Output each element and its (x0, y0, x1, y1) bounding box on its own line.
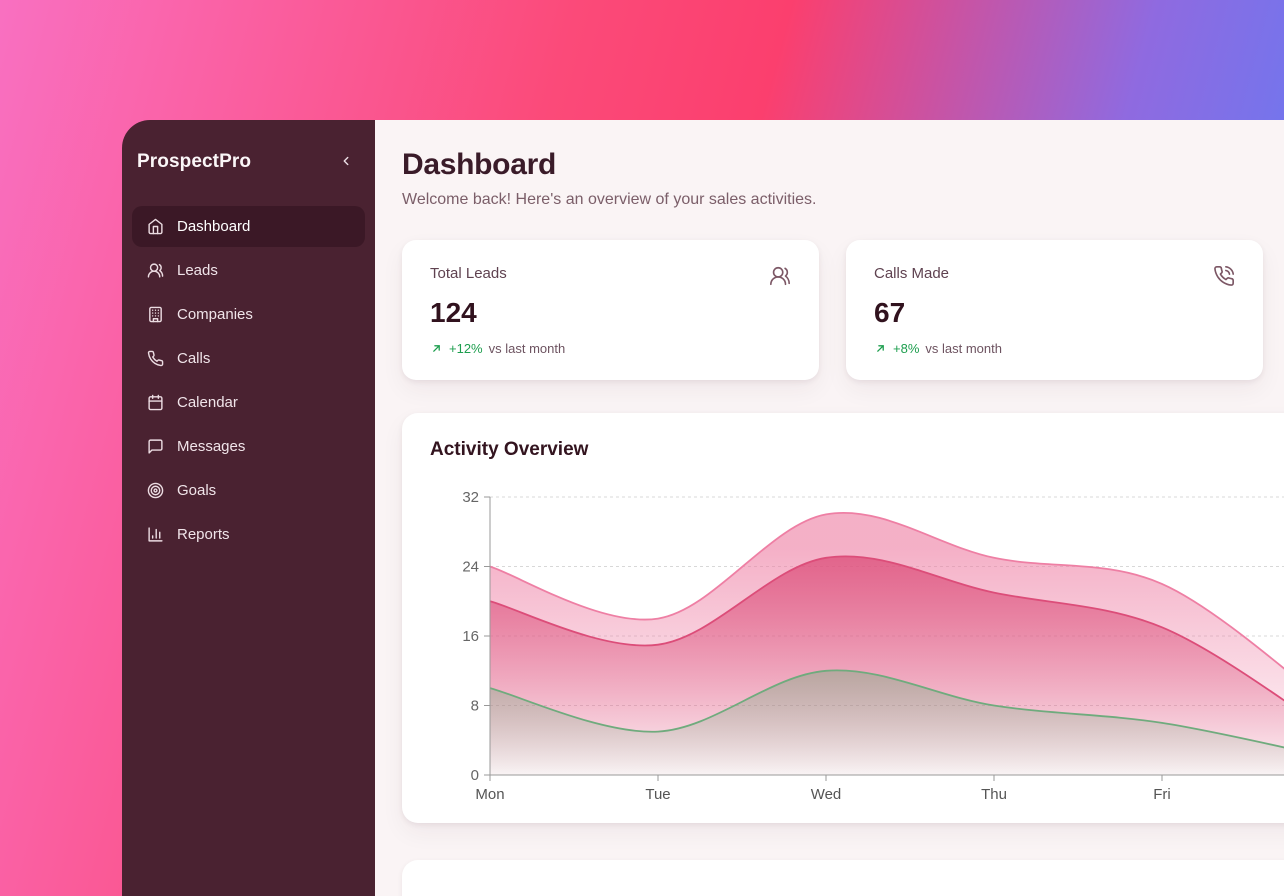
svg-text:0: 0 (471, 767, 479, 784)
sidebar-nav: Dashboard Leads Companies Calls Calendar… (132, 206, 365, 555)
target-icon (147, 482, 164, 499)
users-icon (769, 265, 791, 287)
activity-overview-card: Activity Overview 0 8 16 24 32 Mon Tue Wed Thu Fr… (402, 413, 1284, 823)
page-title: Dashboard (402, 148, 1284, 182)
stat-value: 67 (874, 297, 1235, 329)
users-icon (147, 262, 164, 279)
trend-suffix: vs last month (489, 341, 566, 356)
partial-card-below (402, 860, 1284, 896)
chart-title: Activity Overview (430, 439, 1284, 461)
stats-grid: Total Leads 124 +12% vs last month Calls… (402, 240, 1284, 380)
trend-value: +12% (449, 341, 483, 356)
sidebar-item-label: Companies (177, 306, 253, 323)
sidebar-collapse-button[interactable] (333, 149, 359, 175)
sidebar-item-label: Leads (177, 262, 218, 279)
sidebar-item-label: Dashboard (177, 218, 250, 235)
svg-text:Thu: Thu (981, 786, 1007, 803)
stat-value: 124 (430, 297, 791, 329)
home-icon (147, 218, 164, 235)
sidebar-item-label: Goals (177, 482, 216, 499)
trend-value: +8% (893, 341, 919, 356)
chevron-left-icon (339, 154, 353, 171)
activity-chart-svg: 08162432MonTueWedThuFriSat (430, 487, 1284, 807)
page-header: Dashboard Welcome back! Here's an overvi… (402, 148, 1284, 209)
sidebar-item-calendar[interactable]: Calendar (132, 382, 365, 423)
sidebar-item-messages[interactable]: Messages (132, 426, 365, 467)
svg-text:8: 8 (471, 698, 479, 715)
sidebar-item-label: Messages (177, 438, 245, 455)
sidebar-item-reports[interactable]: Reports (132, 514, 365, 555)
sidebar-item-companies[interactable]: Companies (132, 294, 365, 335)
calendar-icon (147, 394, 164, 411)
trending-up-icon (874, 342, 887, 355)
stat-card-calls-made: Calls Made 67 +8% vs last month (846, 240, 1263, 380)
page-subtitle: Welcome back! Here's an overview of your… (402, 191, 1284, 209)
main-content: Dashboard Welcome back! Here's an overvi… (375, 120, 1284, 896)
stat-label: Total Leads (430, 265, 507, 282)
svg-text:16: 16 (462, 628, 479, 645)
sidebar: ProspectPro Dashboard Leads Companies (122, 120, 375, 896)
sidebar-item-leads[interactable]: Leads (132, 250, 365, 291)
phone-icon (147, 350, 164, 367)
app-brand: ProspectPro (137, 151, 251, 173)
stat-card-total-leads: Total Leads 124 +12% vs last month (402, 240, 819, 380)
svg-text:Tue: Tue (645, 786, 670, 803)
building-icon (147, 306, 164, 323)
phone-call-icon (1213, 265, 1235, 287)
sidebar-header: ProspectPro (132, 144, 365, 180)
svg-text:24: 24 (462, 559, 479, 576)
svg-text:Fri: Fri (1153, 786, 1171, 803)
svg-text:32: 32 (462, 489, 479, 506)
svg-text:Mon: Mon (475, 786, 504, 803)
sidebar-item-label: Calendar (177, 394, 238, 411)
trend-suffix: vs last month (925, 341, 1002, 356)
sidebar-item-dashboard[interactable]: Dashboard (132, 206, 365, 247)
svg-text:Wed: Wed (811, 786, 842, 803)
stat-trend: +12% vs last month (430, 341, 791, 356)
trending-up-icon (430, 342, 443, 355)
sidebar-item-label: Calls (177, 350, 210, 367)
app-window: ProspectPro Dashboard Leads Companies (122, 120, 1284, 896)
sidebar-item-label: Reports (177, 526, 230, 543)
sidebar-item-goals[interactable]: Goals (132, 470, 365, 511)
bar-chart-icon (147, 526, 164, 543)
stat-label: Calls Made (874, 265, 949, 282)
sidebar-item-calls[interactable]: Calls (132, 338, 365, 379)
stat-trend: +8% vs last month (874, 341, 1235, 356)
message-icon (147, 438, 164, 455)
